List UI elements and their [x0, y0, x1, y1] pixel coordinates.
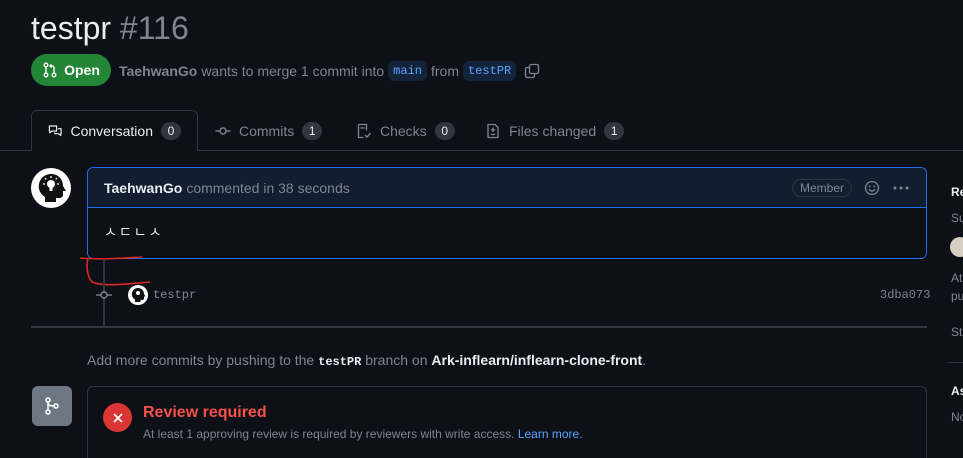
pr-title-text: testpr — [31, 10, 112, 46]
pr-state-label: Open — [64, 62, 100, 78]
merge-status-icon-box — [32, 386, 72, 426]
head-branch-label[interactable]: testPR — [462, 61, 517, 81]
smiley-icon[interactable] — [864, 180, 880, 196]
pr-state-badge: Open — [31, 54, 111, 86]
more-commits-hint: Add more commits by pushing to the testP… — [87, 352, 646, 369]
comment-meta[interactable]: commented in 38 seconds — [186, 180, 349, 196]
lightbulb-head-icon — [131, 288, 146, 302]
pr-number: #116 — [119, 10, 189, 46]
comment-body: ㅅㄷㄴㅅ — [104, 224, 164, 240]
more-commits-prefix: Add more commits by pushing to the — [87, 352, 315, 368]
review-description-text: At least 1 approving review is required … — [143, 427, 515, 441]
commit-sha-link[interactable]: 3dba073 — [880, 288, 930, 302]
more-commits-branch: testPR — [318, 355, 362, 369]
repo-link[interactable]: Ark-inflearn/inflearn-clone-front — [431, 352, 642, 368]
tab-files-changed-label: Files changed — [509, 122, 597, 139]
pr-meta-line: TaehwanGo wants to merge 1 commit into m… — [119, 60, 540, 82]
comment-actions: Member — [791, 178, 910, 197]
git-pull-request-icon — [43, 62, 57, 78]
x-circle-icon — [103, 403, 132, 432]
learn-more-link[interactable]: Learn more. — [518, 427, 583, 441]
tab-conversation[interactable]: Conversation 0 — [31, 110, 198, 151]
comment-header: TaehwanGo commented in 38 seconds Member — [88, 168, 926, 208]
sidebar-at-line-1: At — [951, 271, 963, 285]
sidebar-still-text: Sti — [951, 325, 963, 339]
commit-message-link[interactable]: testpr — [153, 288, 196, 302]
commit-author-avatar[interactable] — [128, 285, 148, 305]
review-required-description: At least 1 approving review is required … — [143, 427, 583, 441]
review-required-title: Review required — [143, 404, 267, 421]
sidebar-assignees-heading[interactable]: As — [951, 384, 963, 398]
more-commits-suffix: . — [642, 352, 647, 368]
tab-commits-count: 1 — [302, 121, 323, 140]
tab-conversation-count: 0 — [161, 121, 181, 140]
merge-box — [87, 386, 927, 458]
sidebar-at-line-2: pu — [951, 289, 963, 303]
tab-files-changed-count: 1 — [604, 121, 625, 140]
tab-commits[interactable]: Commits 1 — [215, 110, 323, 151]
sidebar-reviewers-heading[interactable]: Re — [951, 185, 963, 199]
sidebar-reviewers-suggestion: Su — [951, 211, 963, 225]
x-icon — [112, 412, 123, 423]
sidebar-assignees-none: No — [951, 410, 963, 424]
comment-box: TaehwanGo commented in 38 seconds Member… — [87, 167, 927, 259]
tab-checks-label: Checks — [380, 122, 427, 139]
pr-title: testpr #116 — [31, 8, 189, 48]
checklist-icon — [357, 123, 372, 138]
pr-merge-text: wants to merge 1 commit into — [201, 63, 385, 79]
git-commit-icon — [215, 126, 231, 135]
tab-conversation-label: Conversation — [70, 122, 154, 139]
tab-commits-label: Commits — [239, 122, 295, 139]
kebab-horizontal-icon[interactable] — [892, 180, 910, 196]
more-commits-middle: branch on — [365, 352, 428, 368]
comment-author-link[interactable]: TaehwanGo — [104, 180, 182, 196]
file-diff-icon — [487, 123, 499, 138]
pr-from-text: from — [430, 63, 459, 79]
copy-icon[interactable] — [524, 63, 540, 79]
red-annotation-mark — [79, 256, 151, 286]
lightbulb-head-icon — [38, 174, 66, 202]
avatar[interactable] — [31, 168, 71, 208]
git-branch-icon — [45, 397, 59, 415]
pr-author-link[interactable]: TaehwanGo — [119, 63, 197, 79]
member-badge: Member — [791, 178, 852, 197]
tab-checks-count: 0 — [434, 121, 455, 140]
git-commit-icon — [96, 291, 112, 299]
tab-checks[interactable]: Checks 0 — [356, 110, 455, 151]
timeline-divider — [31, 326, 927, 328]
base-branch-label[interactable]: main — [388, 61, 427, 81]
sidebar-reviewer-avatar[interactable] — [950, 237, 963, 257]
sidebar-divider — [948, 362, 963, 363]
comment-discussion-icon — [48, 124, 62, 136]
tab-files-changed[interactable]: Files changed 1 — [485, 110, 625, 151]
